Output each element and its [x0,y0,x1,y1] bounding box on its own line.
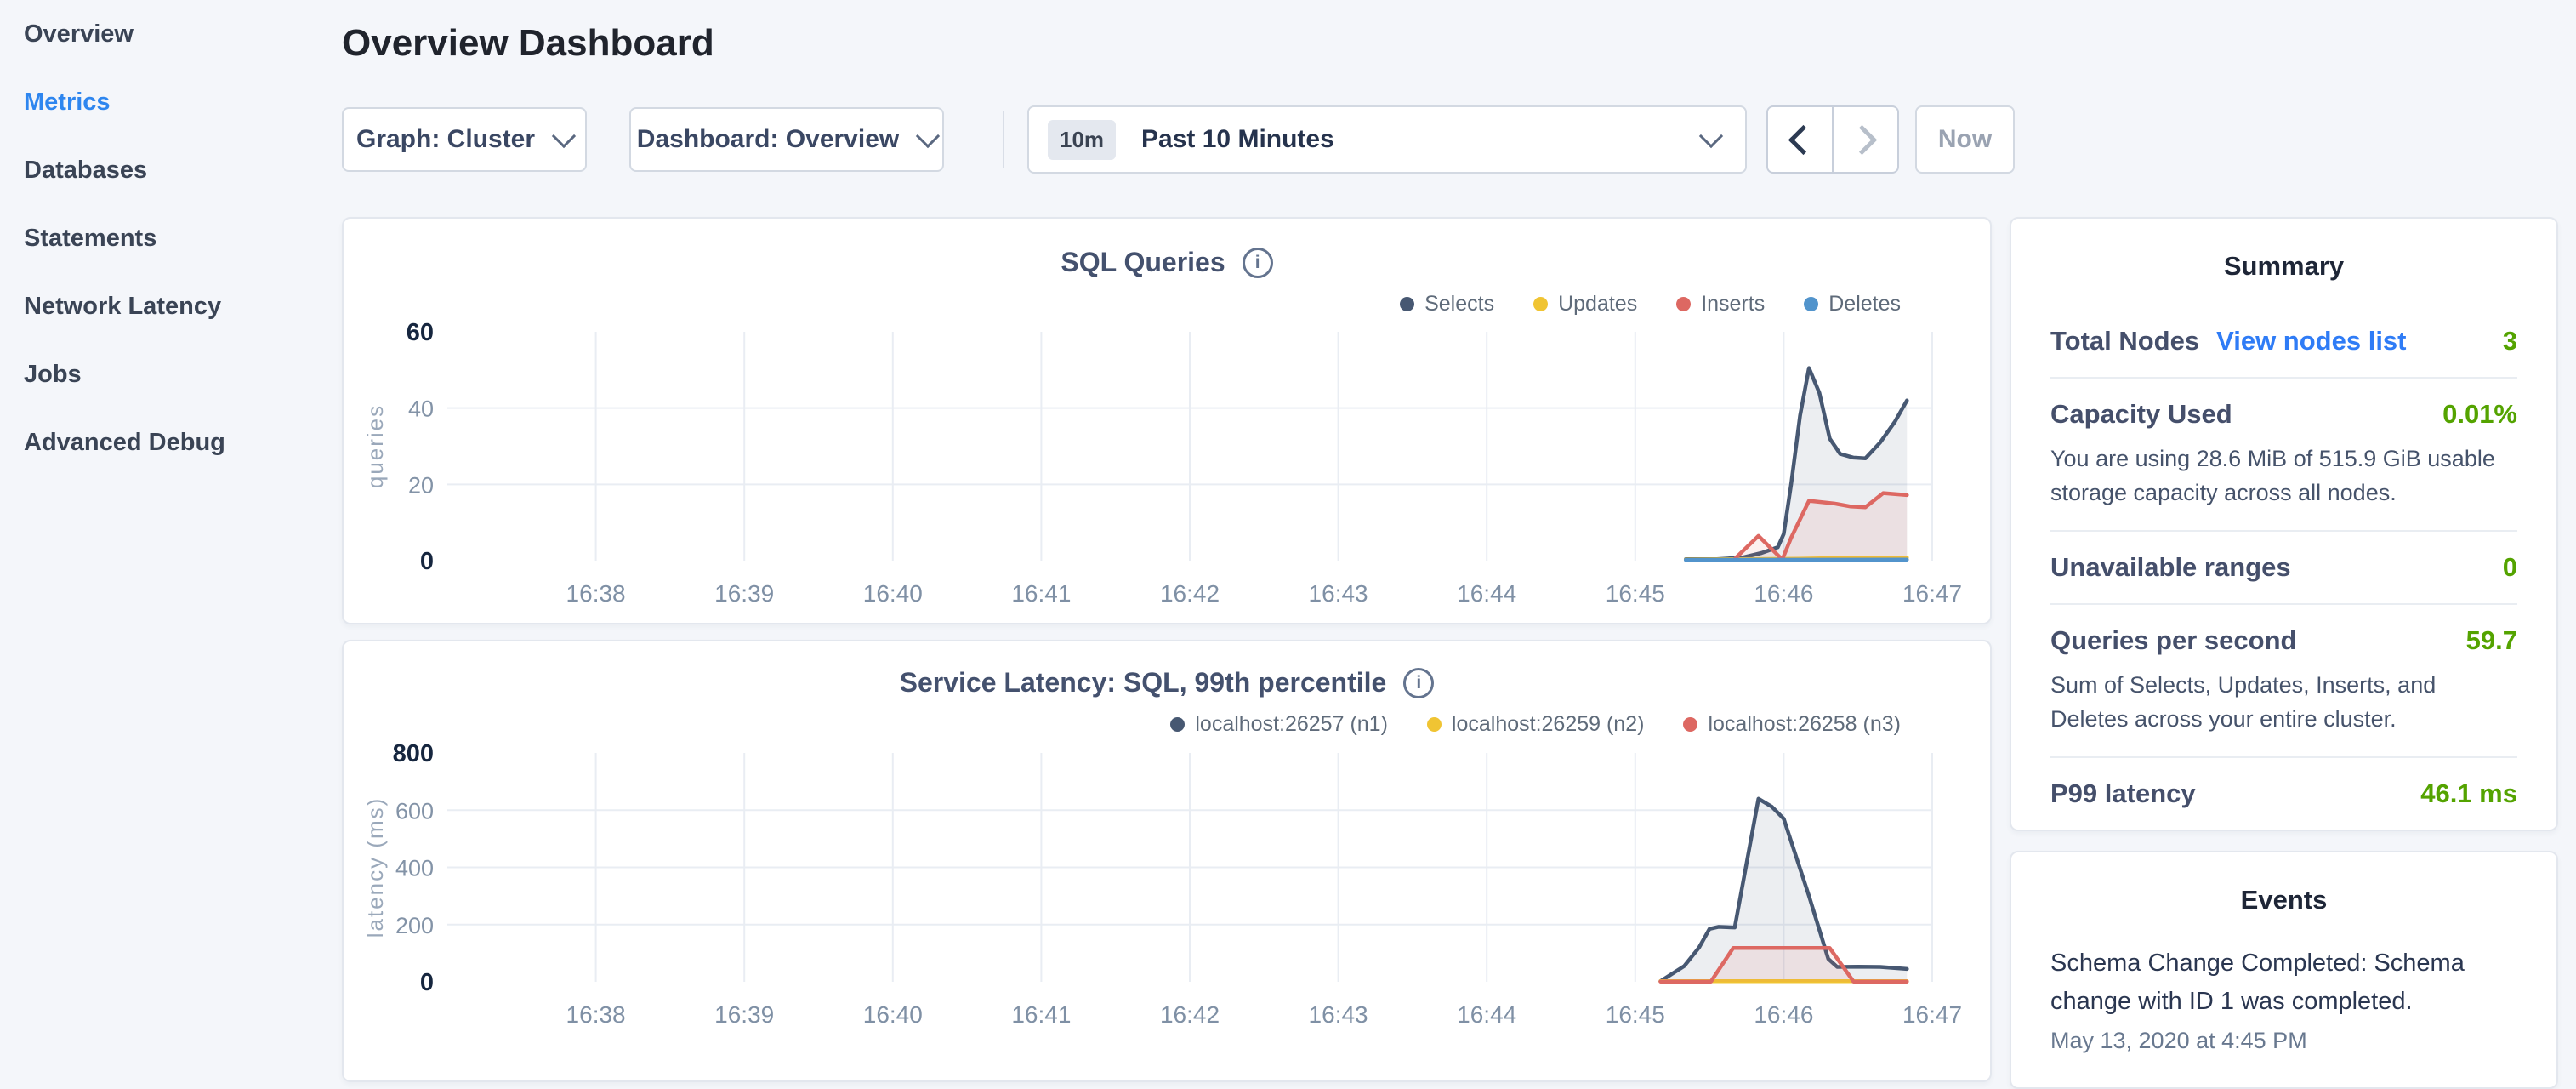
now-button[interactable]: Now [1915,105,2015,174]
svg-text:60: 60 [407,319,434,346]
sidebar-item-overview[interactable]: Overview [0,0,340,68]
events-title: Events [2050,885,2517,915]
summary-row-value: 59.7 [2466,625,2517,656]
svg-text:400: 400 [395,856,434,881]
chevron-down-icon [1699,124,1723,148]
svg-text:20: 20 [408,472,434,498]
time-forward-button[interactable] [1834,107,1897,172]
svg-text:16:39: 16:39 [714,580,774,607]
toolbar-divider [1003,111,1004,168]
svg-text:16:43: 16:43 [1309,580,1368,607]
sql-queries-plot: 0 20 40 60 16:38 16:39 16:40 16:41 16:42 16:43 16:… [344,219,1993,626]
svg-text:16:45: 16:45 [1606,1001,1665,1028]
now-button-label: Now [1938,125,1992,154]
service-latency-plot: 0 200 400 600 800 16:38 16:39 16:40 16:41 16:42 16… [344,641,1993,1084]
svg-text:800: 800 [393,740,434,767]
sidebar-item-databases[interactable]: Databases [0,136,340,204]
chevron-down-icon [552,124,576,148]
summary-row: Unavailable ranges 0 [2050,552,2517,605]
svg-text:40: 40 [408,396,434,422]
dashboard-dropdown-label: Dashboard: Overview [637,125,899,154]
summary-row: Queries per second 59.7 Sum of Selects, Up… [2050,625,2517,758]
sidebar-item-network-latency[interactable]: Network Latency [0,272,340,340]
time-back-button[interactable] [1768,107,1834,172]
time-range-badge: 10m [1048,120,1116,160]
svg-text:600: 600 [395,798,434,824]
summary-row: Capacity Used 0.01% You are using 28.6 MiB… [2050,399,2517,532]
svg-text:16:42: 16:42 [1160,1001,1220,1028]
graph-dropdown[interactable]: Graph: Cluster [342,107,587,172]
graph-dropdown-label: Graph: Cluster [356,125,535,154]
event-text[interactable]: Schema Change Completed: Schema change w… [2050,944,2517,1021]
summary-panel: Summary Total Nodes View nodes list 3 Capac… [2010,217,2558,831]
y-axis-unit-label: latency (ms) [362,797,388,938]
svg-text:16:46: 16:46 [1754,580,1813,607]
summary-row-label: Capacity Used [2050,399,2232,430]
summary-row-value: 0 [2503,552,2517,583]
summary-row-value: 0.01% [2442,399,2517,430]
page-title: Overview Dashboard [342,22,714,65]
svg-text:16:40: 16:40 [863,580,923,607]
summary-row-label: Total Nodes [2050,326,2199,356]
summary-row: Total Nodes View nodes list 3 [2050,326,2517,379]
summary-row-label: Unavailable ranges [2050,552,2291,583]
sidebar-item-statements[interactable]: Statements [0,204,340,272]
sidebar-item-metrics[interactable]: Metrics [0,68,340,136]
svg-text:16:44: 16:44 [1457,1001,1516,1028]
svg-text:16:47: 16:47 [1902,580,1962,607]
summary-row-value: 3 [2503,326,2517,356]
svg-text:16:42: 16:42 [1160,580,1220,607]
svg-text:16:39: 16:39 [714,1001,774,1028]
sidebar-item-jobs[interactable]: Jobs [0,340,340,408]
svg-text:16:38: 16:38 [566,1001,626,1028]
y-axis-unit-label: queries [362,404,388,488]
summary-row-description: Sum of Selects, Updates, Inserts, and De… [2050,668,2517,736]
sql-queries-chart-card: SQL Queries SelectsUpdatesInsertsDeletes… [342,217,1992,624]
summary-row: P99 latency 46.1 ms [2050,778,2517,830]
sidebar-item-advanced-debug[interactable]: Advanced Debug [0,408,340,476]
svg-text:16:41: 16:41 [1011,580,1071,607]
summary-row-label: P99 latency [2050,778,2196,809]
svg-text:16:40: 16:40 [863,1001,923,1028]
summary-row-label: Queries per second [2050,625,2296,656]
svg-text:16:44: 16:44 [1457,580,1516,607]
svg-text:16:45: 16:45 [1606,580,1665,607]
event-timestamp: May 13, 2020 at 4:45 PM [2050,1028,2517,1054]
svg-text:16:47: 16:47 [1902,1001,1962,1028]
svg-text:16:41: 16:41 [1011,1001,1071,1028]
time-step-buttons [1766,105,1899,174]
svg-text:0: 0 [420,548,434,575]
sidebar: OverviewMetricsDatabasesStatementsNetwor… [0,0,340,1052]
svg-text:16:43: 16:43 [1309,1001,1368,1028]
summary-row-description: You are using 28.6 MiB of 515.9 GiB usab… [2050,442,2517,510]
svg-text:16:38: 16:38 [566,580,626,607]
chevron-right-icon [1847,124,1877,154]
view-nodes-list-link[interactable]: View nodes list [2216,326,2406,356]
summary-row-value: 46.1 ms [2420,778,2517,809]
events-panel: Events Schema Change Completed: Schema c… [2010,851,2558,1089]
time-range-selector[interactable]: 10m Past 10 Minutes [1027,105,1747,174]
svg-text:0: 0 [420,969,434,996]
service-latency-chart-card: Service Latency: SQL, 99th percentile lo… [342,640,1992,1082]
svg-text:200: 200 [395,913,434,938]
time-range-label: Past 10 Minutes [1141,125,1334,154]
svg-text:16:46: 16:46 [1754,1001,1813,1028]
dashboard-dropdown[interactable]: Dashboard: Overview [629,107,944,172]
chevron-down-icon [916,124,940,148]
chevron-left-icon [1788,124,1818,154]
summary-title: Summary [2050,251,2517,282]
